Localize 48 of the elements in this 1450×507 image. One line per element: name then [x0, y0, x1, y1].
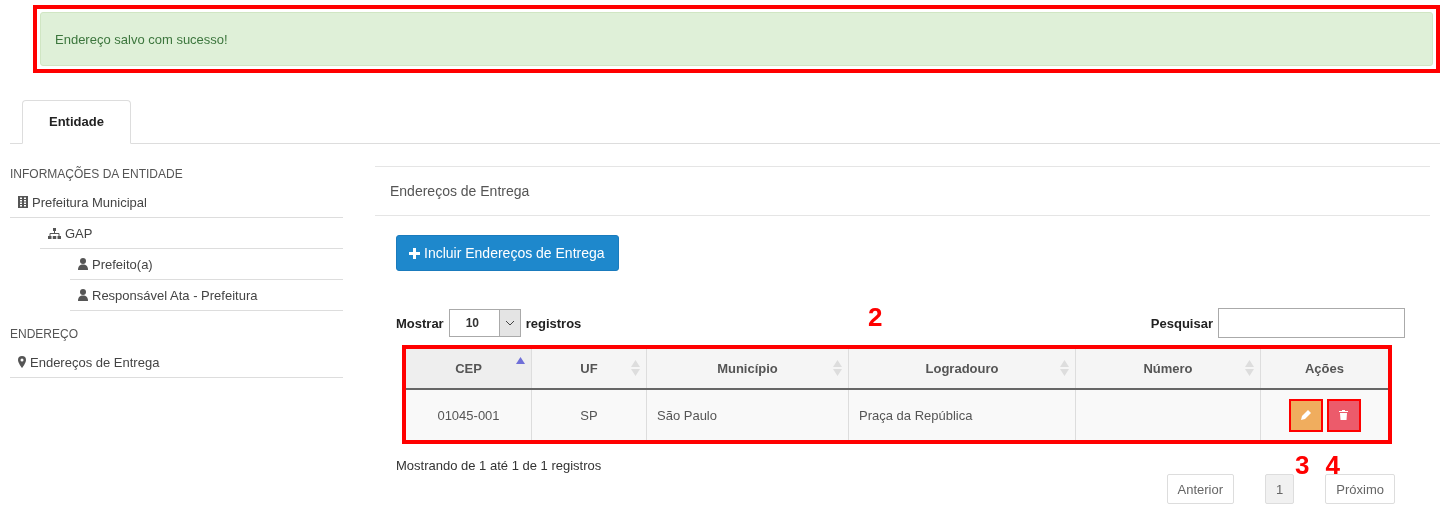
column-header[interactable]: Número [1075, 349, 1261, 389]
section-heading: INFORMAÇÕES DA ENTIDADE [10, 167, 184, 183]
edit-button[interactable] [1288, 398, 1323, 432]
pagination-button[interactable]: Próximo [1325, 474, 1395, 504]
table-cell: SP [531, 389, 647, 440]
column-header[interactable]: Logradouro [848, 349, 1076, 389]
item-label: Prefeitura Municipal [32, 194, 147, 210]
item-label: Responsável Ata - Prefeitura [92, 287, 258, 303]
sidebar-item[interactable]: GAP [40, 218, 343, 249]
map-pin-icon [18, 356, 26, 368]
sidebar-item[interactable]: Responsável Ata - Prefeitura [70, 280, 343, 311]
item-label: Endereços de Entrega [30, 354, 160, 370]
section-heading: ENDEREÇO [10, 327, 79, 343]
search-label: Pesquisar [1150, 315, 1213, 331]
column-header[interactable]: Município [646, 349, 849, 389]
pencil-icon [1300, 410, 1311, 420]
column-header: Ações [1260, 349, 1388, 389]
delete-button[interactable] [1326, 398, 1361, 432]
column-header[interactable]: UF [531, 349, 647, 389]
table-info: Mostrando de 1 até 1 de 1 registros [396, 457, 602, 473]
person-icon [78, 289, 88, 301]
annotation-number: 3 [1295, 449, 1310, 481]
table-cell: São Paulo [646, 389, 849, 440]
sidebar-item[interactable]: Prefeito(a) [70, 249, 343, 280]
item-label: Prefeito(a) [92, 256, 153, 272]
sidebar-item[interactable]: Endereços de Entrega [10, 347, 343, 378]
length-label: registros [525, 315, 582, 331]
table-cell: Praça da República [848, 389, 1076, 440]
building-icon [18, 196, 28, 208]
column-header[interactable]: CEP [406, 349, 532, 389]
search-field[interactable] [1218, 308, 1405, 338]
plus-icon [409, 247, 420, 259]
length-label: Mostrar [396, 315, 444, 331]
pagination-button[interactable]: Anterior [1166, 474, 1235, 504]
item-label: GAP [65, 225, 93, 241]
pagination-button[interactable]: 1 [1265, 474, 1295, 504]
hierarchy-icon [48, 227, 61, 239]
sidebar-item[interactable]: Prefeitura Municipal [10, 187, 343, 218]
alert-message: Endereço salvo com sucesso! [55, 31, 228, 47]
tab[interactable]: Entidade [22, 100, 131, 144]
person-icon [78, 258, 88, 270]
annotation-number: 2 [868, 302, 883, 333]
table-cell: 01045-001 [406, 389, 532, 440]
trash-icon [1339, 410, 1348, 420]
caret-icon [504, 320, 515, 326]
panel-title: Endereços de Entrega [375, 166, 1430, 216]
page-size-select[interactable]: 10 [448, 309, 521, 337]
add-button[interactable]: Incluir Endereços de Entrega [396, 235, 619, 271]
